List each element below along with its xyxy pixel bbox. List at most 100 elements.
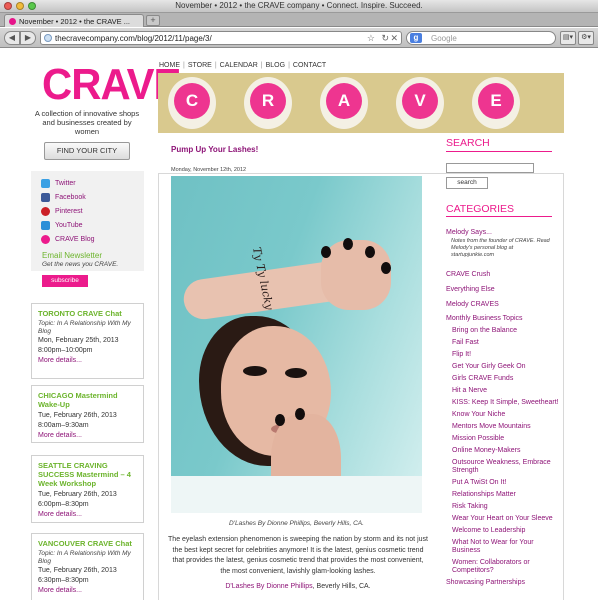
back-button[interactable]: ◀ [4,31,20,45]
subcategory[interactable]: Get Your Girly Geek On [452,363,526,371]
subcategory[interactable]: Fail Fast [452,339,479,347]
newsletter-subtitle: Get the news you CRAVE. [42,261,119,268]
event-time: 8:00pm–10:00pm [38,347,93,354]
stop-icon[interactable]: ✕ [390,33,398,44]
nav-home[interactable]: HOME [159,62,180,69]
photo-eye [285,368,307,378]
pinterest-icon [41,207,50,216]
category-everything-else[interactable]: Everything Else [446,286,495,294]
cupcake: A [320,77,368,129]
subcategory[interactable]: Risk Taking [452,503,488,511]
event-date: Tue, February 26th, 2013 [38,567,117,574]
event-title[interactable]: SEATTLE CRAVING SUCCESS Mastermind – 4 W… [38,461,137,488]
event-date: Mon, February 25th, 2013 [38,337,119,344]
event-time: 6:00pm–8:30pm [38,501,89,508]
photo-shirt [171,476,422,513]
subcategory[interactable]: KISS: Keep It Simple, Sweetheart! [452,399,559,407]
event-card-chicago: CHICAGO Mastermind Wake-Up Tue, February… [31,385,144,443]
cupcake-letter: R [250,83,286,119]
subcategory[interactable]: Hit a Nerve [452,387,487,395]
youtube-icon [41,221,50,230]
address-bar[interactable]: thecravecompany.com/blog/2012/11/page/3/… [40,31,402,45]
subcategory[interactable]: Online Money-Makers [452,447,520,455]
reload-icon[interactable]: ↻ [381,33,389,44]
category-monthly-business-topics[interactable]: Monthly Business Topics [446,315,523,323]
facebook-icon [41,193,50,202]
event-title[interactable]: VANCOUVER CRAVE Chat [38,539,137,548]
subcategory[interactable]: Flip It! [452,351,471,359]
event-title[interactable]: TORONTO CRAVE Chat [38,309,137,318]
cupcake-letter: A [326,83,362,119]
new-tab-button[interactable]: + [146,15,160,26]
subcategory[interactable]: Bring on the Balance [452,327,517,335]
subcategory[interactable]: Know Your Niche [452,411,505,419]
event-more-details-link[interactable]: More details... [38,356,137,366]
search-heading: SEARCH [446,137,490,149]
search-divider [446,151,552,152]
nav-separator: | [214,62,217,69]
photo-eye [243,366,267,376]
subcategory[interactable]: Put A TwiSt On It! [452,479,506,487]
categories-heading: CATEGORIES [446,203,515,215]
window-title: November • 2012 • the CRAVE company • Co… [175,1,423,10]
subcategory[interactable]: What Not to Wear for Your Business [452,539,548,555]
category-melody-craves[interactable]: Melody CRAVES [446,301,499,309]
photo-nail [343,238,353,250]
forward-button[interactable]: ▶ [20,31,36,45]
post-photo: Ty Ty lucky [171,176,422,513]
event-more-details-link[interactable]: More details... [38,586,137,596]
subcategory[interactable]: Mentors Move Mountains [452,423,531,431]
search-field[interactable]: g Google [406,31,556,45]
globe-icon [44,34,52,42]
blog-search-button[interactable]: search [446,177,488,189]
bookmark-star-icon[interactable]: ☆ [367,33,375,44]
event-title[interactable]: CHICAGO Mastermind Wake-Up [38,391,137,409]
settings-menu-button[interactable]: ⚙▾ [578,31,594,45]
crave-favicon-icon [9,18,16,25]
event-more-details-link[interactable]: More details... [38,510,137,520]
credit-link[interactable]: D'Lashes By Dionne Phillips [225,583,312,590]
google-icon[interactable]: g [410,33,422,43]
post-title[interactable]: Pump Up Your Lashes! [171,145,258,154]
nav-contact[interactable]: CONTACT [293,62,326,69]
blog-search-input[interactable] [446,163,534,173]
post-date: Monday, November 12th, 2012 [171,167,247,173]
category-showcasing-partnerships[interactable]: Showcasing Partnerships [446,579,525,587]
newsletter-title: Email Newsletter [42,251,103,260]
nav-blog[interactable]: BLOG [266,62,285,69]
nav-separator: | [288,62,290,69]
social-label: YouTube [55,222,83,229]
crave-blog-icon [41,235,50,244]
find-your-city-button[interactable]: FIND YOUR CITY [44,142,130,160]
category-crave-crush[interactable]: CRAVE Crush [446,271,490,279]
nav-calendar[interactable]: CALENDAR [220,62,258,69]
subcategory[interactable]: Women: Collaborators or Competitors? [452,559,548,575]
social-label: CRAVE Blog [55,236,95,243]
subcategory[interactable]: Outsource Weakness, Embrace Strength [452,459,552,475]
page-menu-button[interactable]: ▤▾ [560,31,576,45]
cupcake: C [168,77,216,129]
subscribe-button[interactable]: subscribe [42,275,88,287]
event-card-seattle: SEATTLE CRAVING SUCCESS Mastermind – 4 W… [31,455,144,523]
subcategory[interactable]: Relationships Matter [452,491,516,499]
cupcake: R [244,77,292,129]
categories-divider [446,216,552,217]
cupcake-letter: E [478,83,514,119]
top-navigation: HOME | STORE | CALENDAR | BLOG | CONTACT [159,62,326,69]
browser-tab[interactable]: November • 2012 • the CRAVE ... [4,14,144,27]
browser-toolbar: ◀ ▶ thecravecompany.com/blog/2012/11/pag… [0,28,598,48]
category-melody-says[interactable]: Melody Says... [446,229,492,237]
event-time: 8:00am–9:30am [38,422,89,429]
subcategory[interactable]: Wear Your Heart on Your Sleeve [452,515,553,523]
event-card-vancouver: VANCOUVER CRAVE Chat Topic: In A Relatio… [31,533,144,600]
event-more-details-link[interactable]: More details... [38,431,137,441]
nav-separator: | [183,62,185,69]
subcategory[interactable]: Mission Possible [452,435,504,443]
nav-store[interactable]: STORE [188,62,212,69]
event-topic: Topic: In A Relationship With My Blog [38,550,131,565]
web-page: C R A V E A collection of innovative shops a… [0,49,598,600]
cupcake: E [472,77,520,129]
subcategory[interactable]: Welcome to Leadership [452,527,525,535]
subcategory[interactable]: Girls CRAVE Funds [452,375,513,383]
cupcake-letter: V [402,83,438,119]
